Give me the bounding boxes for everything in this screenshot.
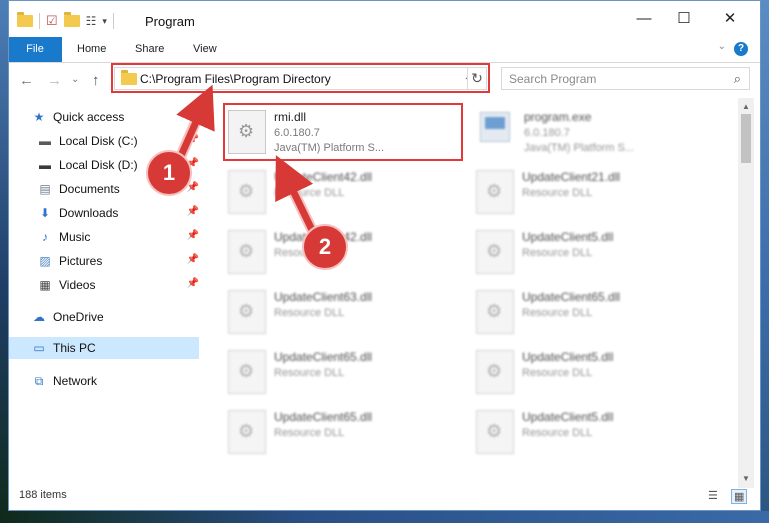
callout-arrow-2: [275, 155, 316, 232]
callout-arrow-1: [176, 84, 215, 160]
callout-badge-2: 2: [302, 224, 348, 270]
callout-arrows: [174, 84, 317, 233]
callout-badge-1: 1: [146, 150, 192, 196]
